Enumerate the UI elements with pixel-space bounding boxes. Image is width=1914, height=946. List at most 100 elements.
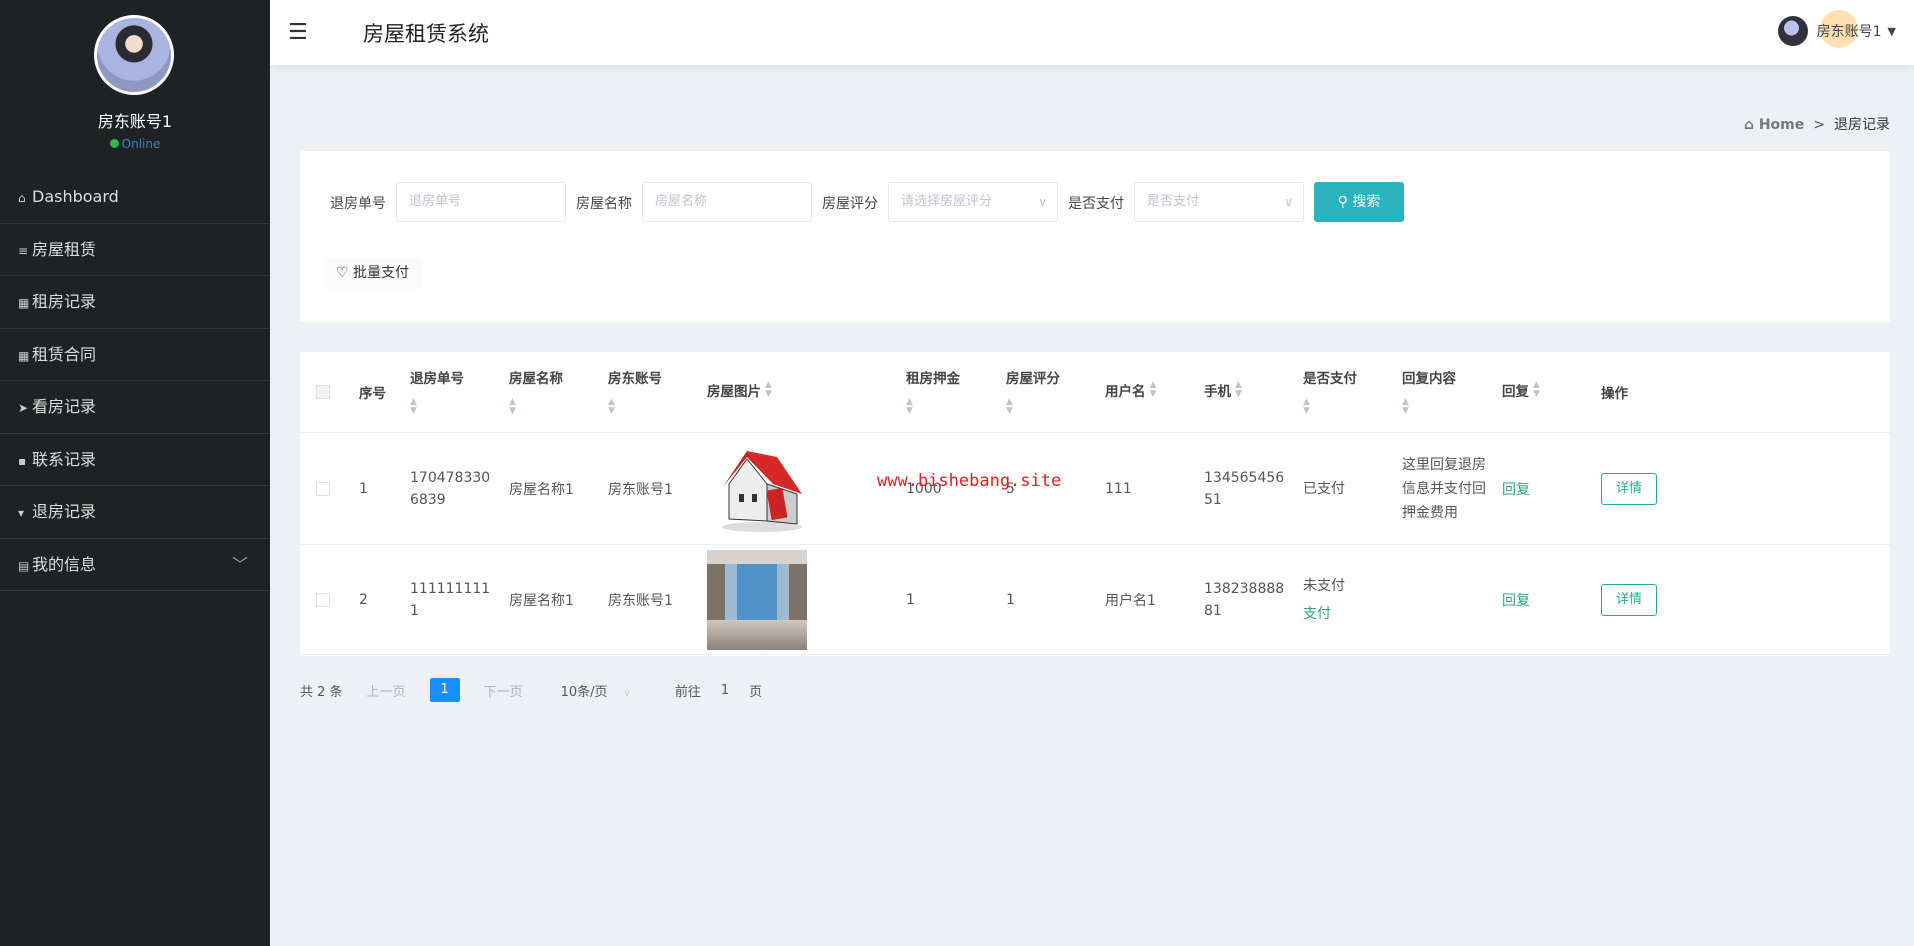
sidebar-item-viewing-records[interactable]: ➤ 看房记录 <box>0 381 270 434</box>
sort-icon[interactable]: ▲ ▼ <box>1006 398 1095 416</box>
search-button[interactable]: ⚲ 搜索 <box>1314 182 1404 222</box>
checkout-no-label: 退房单号 <box>330 196 386 212</box>
page-size-select[interactable]: 10条/页 ∨ <box>561 681 631 700</box>
status-text: Online <box>121 137 161 151</box>
goto-page-input[interactable]: 1 <box>721 683 729 698</box>
breadcrumb-home[interactable]: ⌂ Home <box>1744 117 1804 133</box>
detail-button[interactable]: 详情 <box>1601 472 1658 505</box>
cell-checkout-no: 1704783306839 <box>410 469 491 508</box>
select-all-checkbox[interactable] <box>316 385 330 399</box>
placeholder: 是否支付 <box>1147 194 1200 209</box>
col-label: 是否支付 <box>1303 371 1357 387</box>
sidebar-item-label: 租赁合同 <box>32 344 97 364</box>
breadcrumb-current: 退房记录 <box>1834 117 1890 133</box>
cell-paid: 已支付 <box>1303 478 1402 500</box>
page-size-value: 10条/页 <box>560 684 608 700</box>
reply-link[interactable]: 回复 <box>1502 590 1601 610</box>
table-row: 2 1111111111 房屋名称1 房东账号1 1 1 用户名1 138238… <box>300 545 1890 655</box>
heart-icon: ♡ <box>336 265 354 281</box>
col-reply[interactable]: 回复 ▲ ▼ <box>1502 381 1601 403</box>
page-1-button[interactable]: 1 <box>429 678 460 702</box>
user-menu[interactable]: 房东账号1 ▼ <box>1777 10 1896 48</box>
sort-icon[interactable]: ▲ ▼ <box>765 381 772 399</box>
col-paid[interactable]: 是否支付 ▲ ▼ <box>1303 368 1402 416</box>
sidebar-item-my-info[interactable]: ▤ 我的信息 ﹀ <box>0 539 270 591</box>
placeholder: 请选择房屋评分 <box>901 194 993 209</box>
comment-icon: ▪ <box>18 453 27 468</box>
col-reply-content[interactable]: 回复内容 ▲ ▼ <box>1402 368 1502 416</box>
batch-pay-label: 批量支付 <box>353 265 410 281</box>
col-image[interactable]: 房屋图片 ▲ ▼ <box>707 381 906 403</box>
reply-link[interactable]: 回复 <box>1502 479 1601 499</box>
col-score[interactable]: 房屋评分 ▲ ▼ <box>1006 368 1105 416</box>
online-dot-icon <box>109 139 119 148</box>
breadcrumb-home-label: Home <box>1758 117 1805 133</box>
col-house-name[interactable]: 房屋名称 ▲ ▼ <box>509 368 608 416</box>
cell-owner: 房东账号1 <box>608 592 673 609</box>
search-button-label: 搜索 <box>1352 194 1381 210</box>
house-score-select[interactable]: 请选择房屋评分 ∨ <box>888 182 1058 222</box>
cell-deposit: 1 <box>906 591 915 608</box>
sort-icon[interactable]: ▲ ▼ <box>1402 398 1492 416</box>
row-checkbox[interactable] <box>316 481 330 496</box>
col-label: 房屋评分 <box>1006 371 1060 387</box>
chevron-down-icon: ∨ <box>1284 195 1293 209</box>
sort-icon[interactable]: ▲ ▼ <box>1303 398 1392 416</box>
sort-icon[interactable]: ▲ ▼ <box>608 398 697 416</box>
breadcrumb-separator: > <box>1813 117 1825 133</box>
house-name-label: 房屋名称 <box>576 196 632 212</box>
records-table: 序号 退房单号 ▲ ▼ 房屋名称 ▲ ▼ 房东账号 ▲ ▼ 房屋图片 ▲ ▼ 租房押金 ▲ ▼ 房屋… <box>300 352 1890 656</box>
card-icon: ▤ <box>18 558 30 573</box>
sort-icon[interactable]: ▲ ▼ <box>1150 381 1157 399</box>
cell-paid: 未支付 支付 <box>1303 575 1402 625</box>
home-icon: ⌂ <box>1743 117 1759 133</box>
sidebar-item-contracts[interactable]: ▦ 租赁合同 <box>0 329 270 381</box>
sort-icon[interactable]: ▲ ▼ <box>410 398 499 416</box>
grid-icon: ▦ <box>18 348 30 363</box>
col-label: 房屋图片 <box>707 384 761 400</box>
page-unit-label: 页 <box>749 684 763 700</box>
cell-house-name: 房屋名称1 <box>509 481 574 498</box>
col-checkout-no[interactable]: 退房单号 ▲ ▼ <box>410 368 509 416</box>
col-owner[interactable]: 房东账号 ▲ ▼ <box>608 368 707 416</box>
search-icon: ⚲ <box>1337 194 1353 210</box>
paid-select[interactable]: 是否支付 ∨ <box>1134 182 1304 222</box>
sort-icon[interactable]: ▲ ▼ <box>1235 381 1242 399</box>
col-label: 房屋名称 <box>509 371 563 387</box>
batch-pay-button[interactable]: ♡ 批量支付 <box>324 257 422 289</box>
menu-toggle-icon[interactable]: ☰ <box>288 20 308 45</box>
row-checkbox[interactable] <box>316 592 330 607</box>
sidebar-item-house-rental[interactable]: ≡ 房屋租赁 <box>0 224 270 276</box>
user-avatar <box>1777 16 1808 46</box>
sidebar-item-dashboard[interactable]: ⌂ Dashboard <box>0 171 270 224</box>
sidebar-item-rental-records[interactable]: ▦ 租房记录 <box>0 276 270 329</box>
pay-link[interactable]: 支付 <box>1303 606 1331 622</box>
breadcrumb: ⌂ Home > 退房记录 <box>1744 114 1890 134</box>
sidebar-item-checkout-records[interactable]: ▾ 退房记录 <box>0 486 270 539</box>
col-deposit[interactable]: 租房押金 ▲ ▼ <box>906 368 1006 416</box>
sidebar-item-contact-records[interactable]: ▪ 联系记录 <box>0 434 270 486</box>
cell-username: 用户名1 <box>1105 592 1156 609</box>
col-username[interactable]: 用户名 ▲ ▼ <box>1105 381 1204 403</box>
cell-phone: 13823888881 <box>1204 580 1285 619</box>
col-label: 退房单号 <box>410 371 464 387</box>
col-phone[interactable]: 手机 ▲ ▼ <box>1204 381 1303 403</box>
table-row: 1 1704783306839 房屋名称1 房东账号1 1000 5 111 1… <box>300 433 1890 545</box>
cell-house-name: 房屋名称1 <box>509 592 574 609</box>
sort-icon[interactable]: ▲ ▼ <box>1533 381 1540 399</box>
cell-username: 111 <box>1105 480 1132 497</box>
house-name-input[interactable]: 房屋名称 <box>642 182 812 222</box>
col-label: 租房押金 <box>906 371 960 387</box>
col-index: 序号 <box>359 386 386 402</box>
sort-icon[interactable]: ▲ ▼ <box>906 398 996 416</box>
detail-button[interactable]: 详情 <box>1601 583 1658 616</box>
checkout-no-input[interactable]: 退房单号 <box>396 182 566 222</box>
col-label: 回复内容 <box>1402 371 1456 387</box>
paid-status: 未支付 <box>1303 577 1345 594</box>
room-image[interactable] <box>707 549 906 650</box>
col-label: 手机 <box>1204 384 1231 400</box>
prev-page-button[interactable]: 上一页 <box>367 681 406 700</box>
chevron-down-icon: ∨ <box>1038 195 1047 209</box>
sort-icon[interactable]: ▲ ▼ <box>509 398 598 416</box>
next-page-button[interactable]: 下一页 <box>484 681 523 700</box>
